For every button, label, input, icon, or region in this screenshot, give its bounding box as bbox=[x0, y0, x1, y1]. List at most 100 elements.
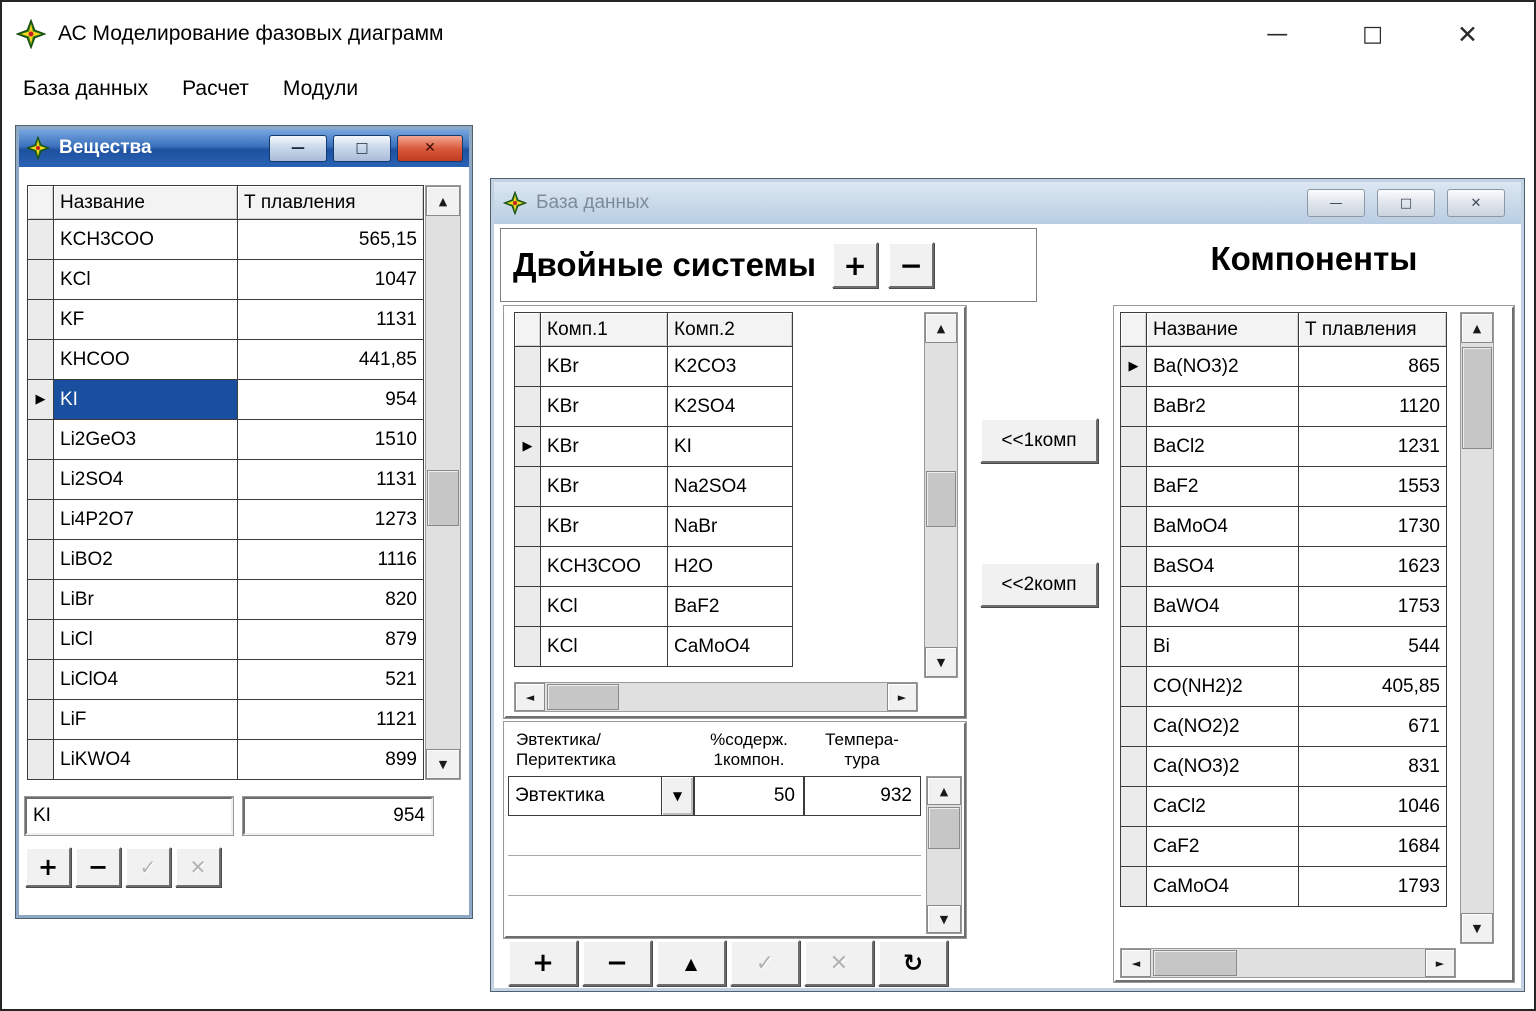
cell[interactable]: KHCOO bbox=[54, 340, 238, 380]
table-row[interactable]: LiKWO4899 bbox=[28, 740, 424, 780]
cell[interactable]: CaMoO4 bbox=[668, 627, 793, 667]
maximize-button[interactable]: □ bbox=[1362, 22, 1383, 47]
column-header-melting-temp[interactable]: Т плавления bbox=[238, 186, 424, 220]
cell[interactable]: BaF2 bbox=[1147, 467, 1299, 507]
column-header-comp2[interactable]: Комп.2 bbox=[668, 313, 793, 347]
cell[interactable]: Li2SO4 bbox=[54, 460, 238, 500]
substance-name-editor[interactable]: KI bbox=[25, 797, 233, 835]
scroll-down-icon[interactable]: ▼ bbox=[426, 749, 460, 779]
cell[interactable]: 865 bbox=[1299, 347, 1447, 387]
cell[interactable]: KF bbox=[54, 300, 238, 340]
horizontal-scrollbar[interactable]: ◄ ► bbox=[1120, 948, 1456, 978]
confirm-button[interactable]: ✓ bbox=[730, 940, 800, 986]
confirm-button[interactable]: ✓ bbox=[125, 847, 171, 887]
cell[interactable]: 565,15 bbox=[238, 220, 424, 260]
table-row[interactable]: KCH3COO565,15 bbox=[28, 220, 424, 260]
cell[interactable]: NaBr bbox=[668, 507, 793, 547]
scroll-right-icon[interactable]: ► bbox=[887, 683, 917, 711]
cell[interactable]: KBr bbox=[541, 467, 668, 507]
cell[interactable]: LiClO4 bbox=[54, 660, 238, 700]
remove-button[interactable]: − bbox=[582, 940, 652, 986]
cell[interactable]: 1510 bbox=[238, 420, 424, 460]
cell[interactable]: BaWO4 bbox=[1147, 587, 1299, 627]
add-button[interactable]: + bbox=[508, 940, 578, 986]
cell[interactable]: 1730 bbox=[1299, 507, 1447, 547]
cell[interactable]: CO(NH2)2 bbox=[1147, 667, 1299, 707]
main-titlebar[interactable]: АС Моделирование фазовых диаграмм — □ ✕ bbox=[2, 2, 1534, 66]
cell[interactable]: KCl bbox=[541, 627, 668, 667]
table-row[interactable]: Ca(NO2)2671 bbox=[1121, 707, 1447, 747]
scroll-thumb[interactable] bbox=[427, 470, 459, 526]
cell[interactable]: 1793 bbox=[1299, 867, 1447, 907]
cell[interactable]: 671 bbox=[1299, 707, 1447, 747]
cell[interactable]: 879 bbox=[238, 620, 424, 660]
scroll-thumb[interactable] bbox=[1153, 950, 1237, 976]
cell[interactable]: BaBr2 bbox=[1147, 387, 1299, 427]
table-row[interactable]: LiCl879 bbox=[28, 620, 424, 660]
table-row[interactable]: ▶KI954 bbox=[28, 380, 424, 420]
table-row[interactable]: KHCOO441,85 bbox=[28, 340, 424, 380]
cell[interactable]: KCl bbox=[54, 260, 238, 300]
table-row[interactable]: LiClO4521 bbox=[28, 660, 424, 700]
table-row[interactable]: KClCaMoO4 bbox=[515, 627, 793, 667]
add-button[interactable]: + bbox=[25, 847, 71, 887]
substances-titlebar[interactable]: Вещества — □ ✕ bbox=[19, 129, 469, 167]
eutectic-type-combobox[interactable]: Эвтектика ▼ bbox=[508, 776, 694, 816]
table-row[interactable]: CO(NH2)2405,85 bbox=[1121, 667, 1447, 707]
vertical-scrollbar[interactable]: ▲ ▼ bbox=[425, 185, 461, 780]
scroll-thumb[interactable] bbox=[1462, 347, 1492, 449]
cell[interactable]: LiKWO4 bbox=[54, 740, 238, 780]
scroll-thumb[interactable] bbox=[547, 684, 619, 710]
table-row[interactable]: Bi544 bbox=[1121, 627, 1447, 667]
cell[interactable]: Bi bbox=[1147, 627, 1299, 667]
cell[interactable]: 405,85 bbox=[1299, 667, 1447, 707]
cell[interactable]: 899 bbox=[238, 740, 424, 780]
transfer-comp2-button[interactable]: <<2комп bbox=[980, 562, 1098, 607]
table-row[interactable]: BaBr21120 bbox=[1121, 387, 1447, 427]
cancel-button[interactable]: ✕ bbox=[804, 940, 874, 986]
scroll-thumb[interactable] bbox=[926, 471, 956, 527]
column-header-comp1[interactable]: Комп.1 bbox=[541, 313, 668, 347]
scroll-down-icon[interactable]: ▼ bbox=[1461, 913, 1493, 943]
table-row[interactable]: BaF21553 bbox=[1121, 467, 1447, 507]
cell[interactable]: 1116 bbox=[238, 540, 424, 580]
table-row[interactable]: KBrK2CO3 bbox=[515, 347, 793, 387]
table-row[interactable]: KBrNaBr bbox=[515, 507, 793, 547]
cell[interactable]: CaMoO4 bbox=[1147, 867, 1299, 907]
cell[interactable]: KCH3COO bbox=[541, 547, 668, 587]
cell[interactable]: 954 bbox=[238, 380, 424, 420]
minimize-button[interactable]: — bbox=[1266, 22, 1288, 47]
vertical-scrollbar[interactable]: ▲ ▼ bbox=[926, 776, 962, 934]
cell[interactable]: 1753 bbox=[1299, 587, 1447, 627]
cell[interactable]: KI bbox=[668, 427, 793, 467]
table-row[interactable]: KBrNa2SO4 bbox=[515, 467, 793, 507]
table-row[interactable]: ▶KBrKI bbox=[515, 427, 793, 467]
table-row[interactable]: CaMoO41793 bbox=[1121, 867, 1447, 907]
table-row[interactable]: BaSO41623 bbox=[1121, 547, 1447, 587]
table-row[interactable]: LiBr820 bbox=[28, 580, 424, 620]
scroll-up-icon[interactable]: ▲ bbox=[426, 186, 460, 216]
close-button[interactable]: ✕ bbox=[1447, 189, 1505, 217]
cell[interactable]: BaCl2 bbox=[1147, 427, 1299, 467]
empty-row[interactable] bbox=[508, 816, 921, 856]
cell[interactable]: Ba(NO3)2 bbox=[1147, 347, 1299, 387]
scroll-up-icon[interactable]: ▲ bbox=[925, 313, 957, 343]
cell[interactable]: LiCl bbox=[54, 620, 238, 660]
horizontal-scrollbar[interactable]: ◄ ► bbox=[514, 682, 918, 712]
cell[interactable]: 441,85 bbox=[238, 340, 424, 380]
cell[interactable]: LiBO2 bbox=[54, 540, 238, 580]
menu-item-calculation[interactable]: Расчет bbox=[165, 77, 266, 101]
scroll-right-icon[interactable]: ► bbox=[1425, 949, 1455, 977]
minimize-button[interactable]: — bbox=[269, 135, 327, 162]
cancel-button[interactable]: ✕ bbox=[175, 847, 221, 887]
scroll-up-icon[interactable]: ▲ bbox=[927, 777, 961, 805]
scroll-thumb[interactable] bbox=[928, 807, 960, 849]
cell[interactable]: K2SO4 bbox=[668, 387, 793, 427]
vertical-scrollbar[interactable]: ▲ ▼ bbox=[924, 312, 958, 678]
table-row[interactable]: LiF1121 bbox=[28, 700, 424, 740]
cell[interactable]: KBr bbox=[541, 427, 668, 467]
cell[interactable]: 831 bbox=[1299, 747, 1447, 787]
cell[interactable]: H2O bbox=[668, 547, 793, 587]
cell[interactable]: CaF2 bbox=[1147, 827, 1299, 867]
cell[interactable]: KBr bbox=[541, 507, 668, 547]
